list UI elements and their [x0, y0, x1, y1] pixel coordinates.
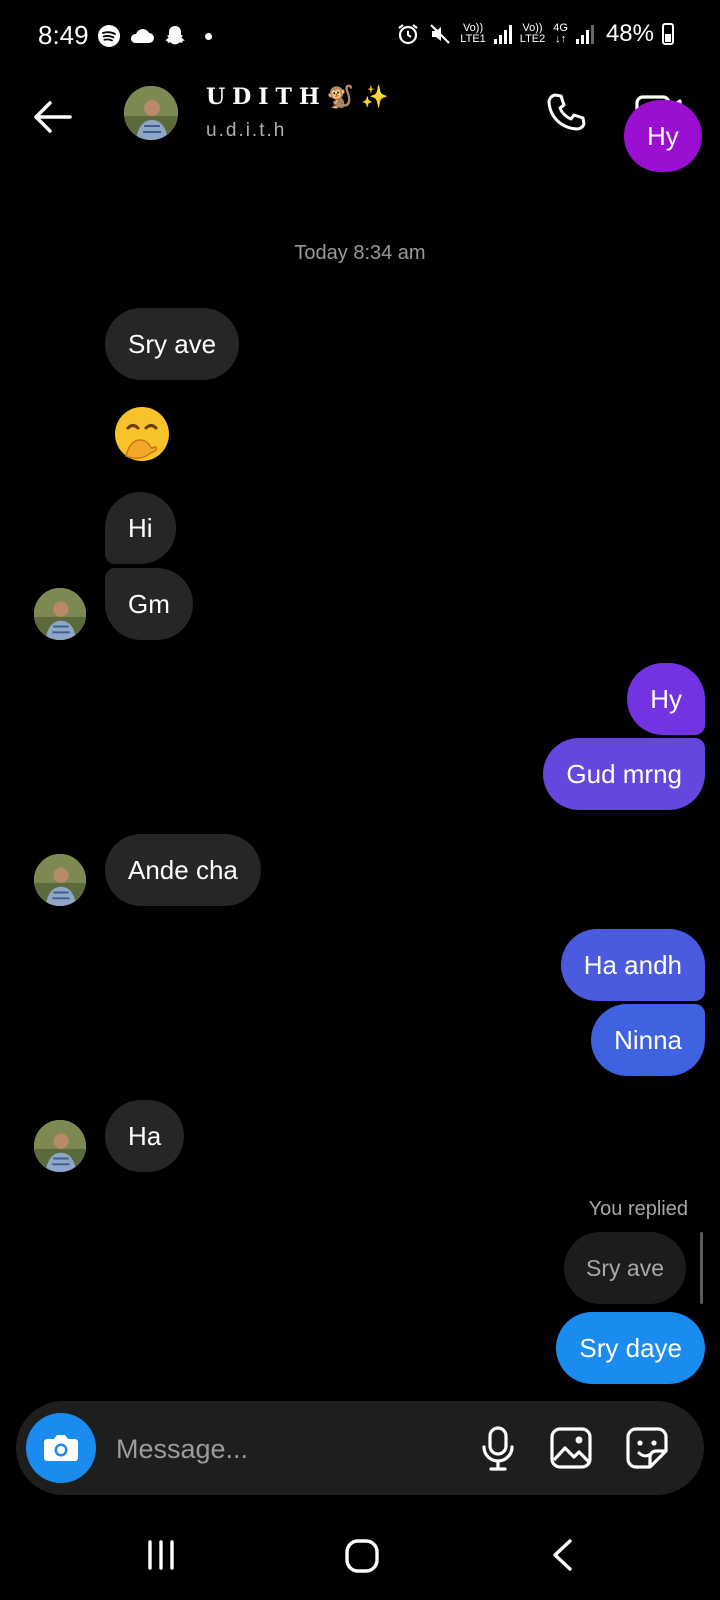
reply-quote-bar: [700, 1232, 703, 1304]
microphone-icon[interactable]: [476, 1425, 520, 1471]
message-bubble[interactable]: Ninna: [591, 1004, 705, 1076]
nav-back-icon[interactable]: [548, 1538, 578, 1572]
signal-bars-icon: [493, 24, 512, 44]
message-bubble[interactable]: Sry daye: [556, 1312, 705, 1384]
peer-handle[interactable]: u.d.i.t.h: [206, 120, 286, 142]
message-bubble[interactable]: Hy: [627, 663, 705, 735]
reply-quote[interactable]: Sry ave: [564, 1232, 686, 1304]
battery-percent: 48%: [605, 20, 654, 47]
notification-icons: [97, 24, 212, 48]
alarm-icon: [398, 24, 418, 45]
message-bubble[interactable]: Ha andh: [560, 929, 705, 1001]
sim2-indicator: Vo)) LTE2: [519, 22, 546, 45]
message-input[interactable]: [114, 1421, 448, 1477]
mute-icon: [430, 24, 451, 44]
message-bubble-partial[interactable]: Hy: [624, 100, 702, 172]
message-thread[interactable]: Hy Today 8:34 am Sry ave Hi Gm Hy Gud mr…: [0, 100, 720, 1400]
message-bubble[interactable]: Gm: [105, 568, 193, 640]
message-bubble[interactable]: Sry ave: [105, 308, 240, 380]
battery-icon: [662, 23, 674, 45]
data-indicator: 4G ↓↑: [553, 22, 568, 45]
camera-icon: [44, 1435, 78, 1461]
recent-apps-icon[interactable]: [144, 1538, 178, 1572]
avatar[interactable]: [34, 1120, 86, 1172]
sim1-indicator: Vo)) LTE1: [460, 22, 486, 45]
system-navigation-bar: [0, 1510, 720, 1600]
gallery-icon[interactable]: [548, 1425, 594, 1471]
system-indicators: Vo)) LTE1 Vo)) LTE2 4G ↓↑ 48%: [396, 20, 674, 48]
signal-bars-icon: [575, 24, 594, 44]
status-bar: 8:49 Vo)) LTE1 Vo)) LTE2 4G ↓↑ 48%: [0, 0, 720, 70]
phone-icon[interactable]: [543, 90, 589, 136]
message-bubble[interactable]: Ande cha: [105, 834, 261, 906]
avatar[interactable]: [34, 588, 86, 640]
back-arrow-icon[interactable]: [28, 92, 78, 142]
sticker-icon[interactable]: [624, 1425, 670, 1471]
peer-name[interactable]: UDITH🐒✨: [206, 84, 396, 110]
you-replied-label: You replied: [588, 1198, 688, 1220]
hand-over-mouth-emoji-icon[interactable]: [112, 404, 172, 464]
cloud-icon: [130, 29, 154, 43]
avatar[interactable]: [34, 854, 86, 906]
message-composer: [16, 1401, 704, 1495]
message-bubble[interactable]: Hi: [105, 492, 176, 564]
camera-button[interactable]: [26, 1413, 96, 1483]
message-bubble[interactable]: Ha: [105, 1100, 185, 1172]
status-time: 8:49: [38, 20, 89, 50]
timestamp: Today 8:34 am: [294, 242, 426, 264]
avatar[interactable]: [124, 86, 178, 140]
home-icon[interactable]: [344, 1538, 380, 1574]
message-bubble[interactable]: Gud mrng: [543, 738, 705, 810]
snapchat-icon: [165, 26, 185, 45]
spotify-icon: [98, 25, 120, 47]
notification-dot-icon: [205, 32, 212, 40]
